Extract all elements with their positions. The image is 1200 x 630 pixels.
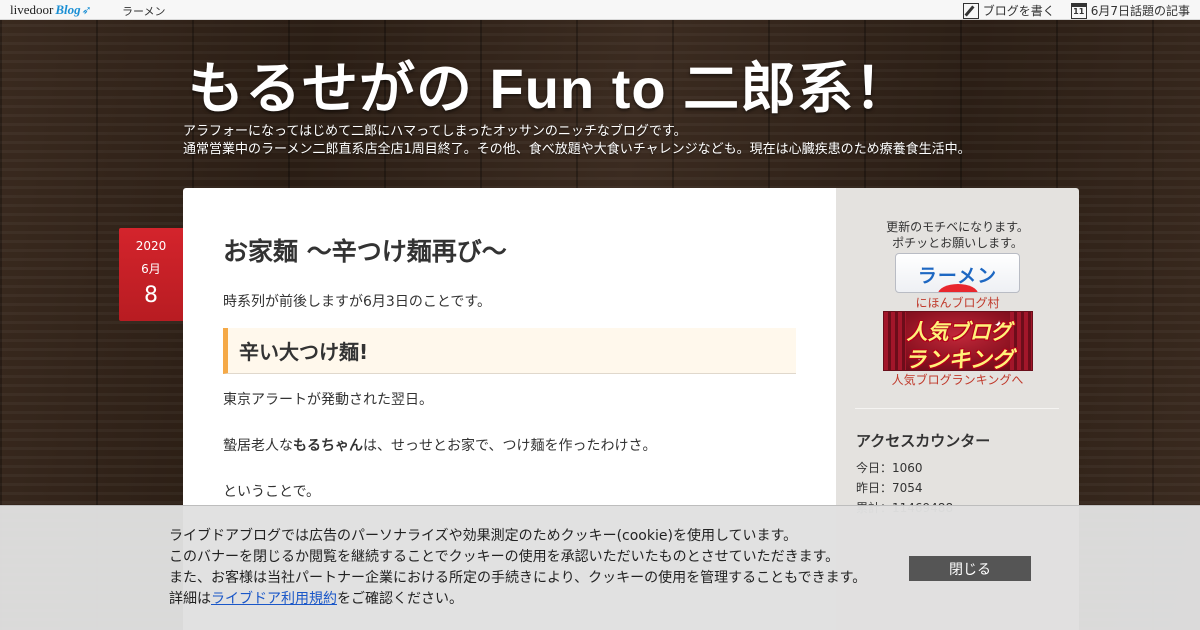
sidebar-request-text: 更新のモチベになります。 ポチッとお願いします。	[836, 219, 1079, 251]
site-description-line: 通常営業中のラーメン二郎直系店全店1周目終了。その他、食べ放題や大食いチャレンジ…	[183, 142, 971, 157]
post-bold-text: もるちゃん	[293, 438, 363, 454]
counter-today: 今日：1060	[856, 461, 923, 475]
rank-banner-line2: ランキング	[904, 348, 1014, 371]
popular-blog-ranking-banner[interactable]: ✦ ✦ 人気ブログ ランキング	[883, 311, 1033, 371]
sidebar-text-line: 更新のモチベになります。	[886, 220, 1029, 234]
topic-articles-link[interactable]: 11 6月7日話題の記事	[1070, 2, 1190, 19]
post-text: は、せっせとお家で、つけ麺を作ったわけさ。	[363, 438, 657, 454]
category-link[interactable]: ラーメン	[122, 3, 166, 19]
topic-articles-label: 6月7日話題の記事	[1090, 4, 1190, 18]
site-title[interactable]: もるせがの Fun to 二郎系！	[188, 44, 911, 125]
cookie-text: 詳細は	[169, 591, 211, 607]
post-date-month: 6月	[141, 262, 161, 276]
logo-text: livedoor	[10, 2, 54, 17]
post-paragraph: 東京アラートが発動された翌日。	[223, 392, 433, 408]
post-paragraph: 時系列が前後しますが6月3日のことです。	[223, 294, 491, 310]
cookie-notice-text: ライブドアブログでは広告のパーソナライズや効果測定のためクッキー(cookie)…	[169, 526, 866, 610]
post-date-day: 8	[144, 283, 158, 308]
cookie-text: をご確認ください。	[337, 591, 463, 607]
site-description: アラフォーになってはじめて二郎にハマってしまったオッサンのニッチなブログです。 …	[183, 123, 971, 159]
post-date-year: 2020	[135, 239, 167, 253]
pen-icon	[962, 2, 979, 19]
cookie-notice-line: ライブドアブログでは広告のパーソナライズや効果測定のためクッキー(cookie)…	[169, 528, 798, 544]
livedoor-blog-logo[interactable]: livedoor Blog ➶	[10, 2, 92, 18]
write-blog-link[interactable]: ブログを書く	[962, 2, 1055, 19]
close-cookie-button[interactable]: 閉じる	[909, 556, 1031, 581]
topbar-actions: ブログを書く 11 6月7日話題の記事	[962, 2, 1190, 19]
post-paragraph: ということで。	[223, 484, 321, 500]
cookie-consent-banner: ライブドアブログでは広告のパーソナライズや効果測定のためクッキー(cookie)…	[0, 505, 1200, 630]
site-description-line: アラフォーになってはじめて二郎にハマってしまったオッサンのニッチなブログです。	[183, 124, 687, 139]
ramen-blogmura-banner[interactable]: ラーメン	[895, 253, 1020, 293]
post-section-heading: 辛い大つけ麺!	[223, 328, 796, 374]
ranking-link[interactable]: 人気ブログランキングへ	[836, 371, 1079, 388]
sidebar-text-line: ポチッとお願いします。	[892, 236, 1023, 250]
logo-wing-icon: ➶	[81, 2, 92, 17]
write-blog-label: ブログを書く	[982, 4, 1055, 18]
post-title[interactable]: お家麺 〜辛つけ麺再び〜	[223, 232, 507, 268]
post-paragraph: 蟄居老人なもるちゃんは、せっせとお家で、つけ麺を作ったわけさ。	[223, 436, 796, 456]
calendar-icon: 11	[1070, 2, 1087, 19]
cookie-notice-line: 詳細はライブドア利用規約をご確認ください。	[169, 589, 866, 610]
cookie-notice-line: また、お客様は当社パートナー企業における所定の手続きにより、クッキーの使用を管理…	[169, 570, 867, 586]
logo-blog-text: Blog	[55, 2, 81, 17]
terms-link[interactable]: ライブドア利用規約	[211, 591, 337, 607]
post-body: 時系列が前後しますが6月3日のことです。 辛い大つけ麺! 東京アラートが発動され…	[223, 292, 796, 502]
post-date-badge: 2020 6月 8	[119, 228, 183, 321]
sidebar-divider	[855, 408, 1059, 409]
counter-yesterday: 昨日：7054	[856, 481, 923, 495]
blogmura-link[interactable]: にほんブログ村	[836, 294, 1079, 311]
post-text: 蟄居老人な	[223, 438, 293, 454]
access-counter-heading: アクセスカウンター	[856, 432, 991, 450]
cookie-notice-line: このバナーを閉じるか閲覧を継続することでクッキーの使用を承認いただいたものとさせ…	[169, 549, 840, 565]
top-bar: livedoor Blog ➶ ラーメン ブログを書く 11 6月7日話題の記事	[0, 0, 1200, 20]
